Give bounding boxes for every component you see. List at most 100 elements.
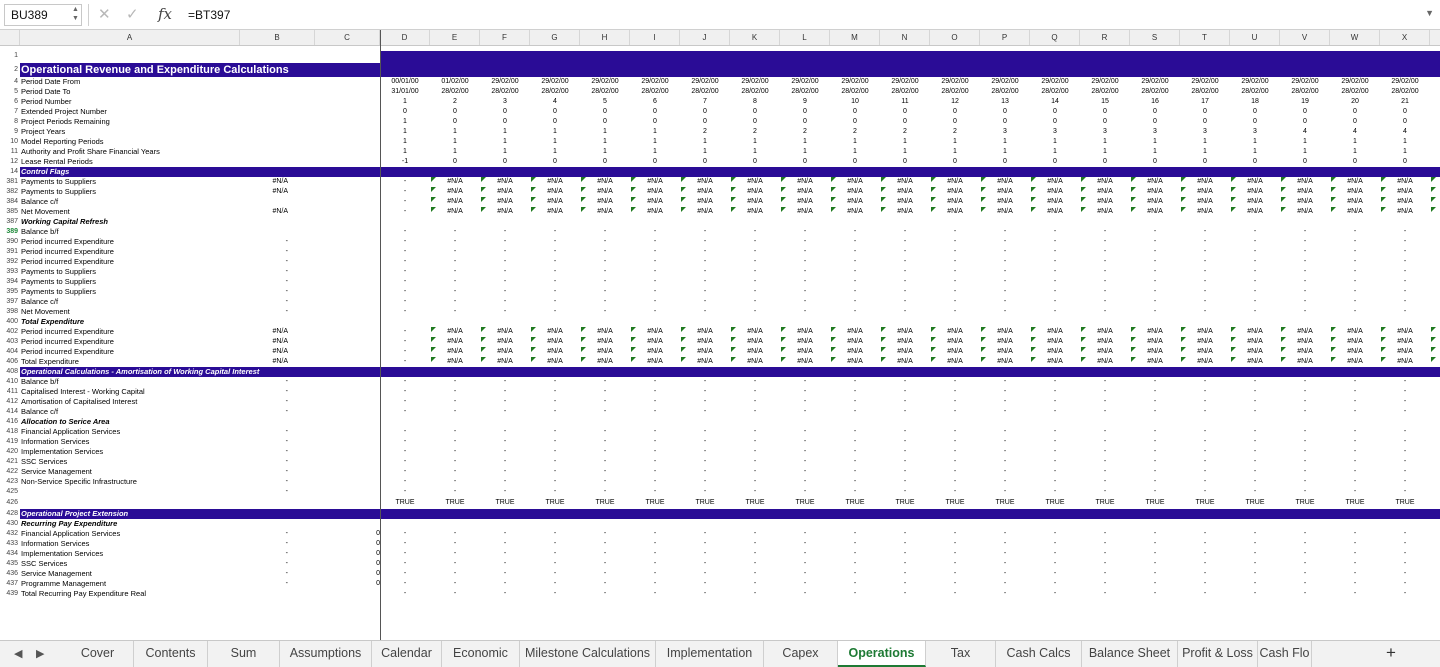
data-cell[interactable]: #N/A <box>885 327 925 337</box>
data-cell[interactable]: - <box>735 397 775 407</box>
data-cell[interactable]: - <box>1385 589 1425 599</box>
row-label[interactable]: Total Expenditure <box>21 357 79 367</box>
data-cell[interactable]: - <box>985 277 1025 287</box>
data-cell[interactable]: 0 <box>535 107 575 117</box>
data-cell[interactable]: #N/A <box>785 327 825 337</box>
data-cell[interactable]: - <box>1135 287 1175 297</box>
data-cell[interactable]: - <box>735 487 775 497</box>
data-cell[interactable]: #N/A <box>1385 357 1425 367</box>
data-cell[interactable]: #N/A <box>835 177 875 187</box>
row-number[interactable]: 439 <box>0 589 18 599</box>
data-cell[interactable]: #N/A <box>485 327 525 337</box>
data-cell[interactable]: - <box>1085 427 1125 437</box>
data-cell[interactable]: - <box>1085 589 1125 599</box>
data-cell[interactable]: - <box>385 247 425 257</box>
row-397[interactable]: 397 Balance c/f - - - - - - - - - - - - - - - - - - - - - - <box>0 297 1440 307</box>
data-cell[interactable]: 29/02/00 <box>1385 77 1425 87</box>
row-label[interactable]: Payments to Suppliers <box>21 267 96 277</box>
data-cell[interactable]: - <box>985 529 1025 539</box>
data-cell[interactable]: 28/02/00 <box>1285 87 1325 97</box>
data-cell[interactable]: - <box>1085 407 1125 417</box>
data-cell[interactable]: - <box>435 559 475 569</box>
data-cell[interactable]: 28/02/00 <box>435 87 475 97</box>
sheet-tab-capex[interactable]: Capex <box>764 641 838 667</box>
data-cell[interactable]: 28/02/00 <box>885 87 925 97</box>
data-cell[interactable]: 29/02/00 <box>635 77 675 87</box>
data-cell[interactable]: - <box>985 487 1025 497</box>
data-cell[interactable]: 1 <box>485 137 525 147</box>
row-394[interactable]: 394 Payments to Suppliers - - - - - - - - - - - - - - - -… <box>0 277 1440 287</box>
row-label[interactable]: Implementation Services <box>21 549 103 559</box>
data-cell[interactable]: 1 <box>635 137 675 147</box>
data-cell[interactable]: - <box>1085 297 1125 307</box>
row-398[interactable]: 398 Net Movement - - - - - - - - - - - - - - - - - - - - - - <box>0 307 1440 317</box>
data-cell[interactable]: - <box>435 307 475 317</box>
data-cell[interactable]: 29/02/00 <box>785 77 825 87</box>
data-cell[interactable]: - <box>385 467 425 477</box>
row-number[interactable]: 432 <box>0 529 18 539</box>
data-cell[interactable]: #N/A <box>835 207 875 217</box>
data-cell[interactable]: - <box>885 549 925 559</box>
data-cell[interactable]: - <box>735 297 775 307</box>
data-cell[interactable]: 0 <box>885 117 925 127</box>
data-cell[interactable]: - <box>385 327 425 337</box>
data-cell[interactable]: - <box>385 277 425 287</box>
data-cell[interactable]: - <box>585 307 625 317</box>
data-cell[interactable]: 0 <box>1385 107 1425 117</box>
cell-b[interactable]: - <box>248 437 288 447</box>
data-cell[interactable]: 0 <box>635 157 675 167</box>
data-cell[interactable]: #N/A <box>435 177 475 187</box>
data-cell[interactable]: - <box>485 549 525 559</box>
data-cell[interactable]: - <box>885 589 925 599</box>
insert-function-icon[interactable]: fx <box>158 3 172 25</box>
row-number[interactable]: 391 <box>0 247 18 257</box>
row-number[interactable]: 403 <box>0 337 18 347</box>
data-cell[interactable]: #N/A <box>1385 177 1425 187</box>
data-cell[interactable]: 0 <box>1285 117 1325 127</box>
data-cell[interactable]: - <box>385 347 425 357</box>
row-label[interactable]: Period incurred Expenditure <box>21 347 114 357</box>
row-7[interactable]: 7 Extended Project Number 0 0 0 0 0 0 0 0 0 0 0 0 0 0 0 0… <box>0 107 1440 117</box>
data-cell[interactable]: #N/A <box>635 177 675 187</box>
column-header-u[interactable]: U <box>1230 30 1280 45</box>
cell-b[interactable]: - <box>248 237 288 247</box>
data-cell[interactable]: #N/A <box>1235 327 1275 337</box>
column-header-k[interactable]: K <box>730 30 780 45</box>
data-cell[interactable]: - <box>435 457 475 467</box>
data-cell[interactable]: 0 <box>1085 107 1125 117</box>
data-cell[interactable]: - <box>485 437 525 447</box>
data-cell[interactable]: - <box>835 569 875 579</box>
data-cell[interactable]: #N/A <box>835 337 875 347</box>
data-cell[interactable]: - <box>1135 569 1175 579</box>
row-5[interactable]: 5 Period Date To 31/01/00 28/02/00 28/02/00 2… <box>0 87 1440 97</box>
row-label[interactable]: Service Management <box>21 569 92 579</box>
data-cell[interactable]: - <box>1335 257 1375 267</box>
data-cell[interactable]: 3 <box>985 127 1025 137</box>
data-cell[interactable]: - <box>1035 277 1075 287</box>
data-cell[interactable]: 0 <box>1285 107 1325 117</box>
data-cell[interactable]: 28/02/00 <box>535 87 575 97</box>
data-cell[interactable]: - <box>885 247 925 257</box>
data-cell[interactable]: - <box>385 589 425 599</box>
data-cell[interactable]: - <box>1385 267 1425 277</box>
data-cell[interactable]: - <box>635 307 675 317</box>
row-418[interactable]: 418 Financial Application Services - - - - - - -… <box>0 427 1440 437</box>
data-cell[interactable]: - <box>635 579 675 589</box>
cell-b[interactable]: #N/A <box>248 187 288 197</box>
cell-b[interactable]: - <box>248 247 288 257</box>
data-cell[interactable]: 1 <box>835 147 875 157</box>
data-cell[interactable]: #N/A <box>885 337 925 347</box>
data-cell[interactable]: - <box>735 277 775 287</box>
row-number[interactable]: 11 <box>0 147 18 157</box>
data-cell[interactable]: - <box>1235 539 1275 549</box>
data-cell[interactable]: - <box>635 487 675 497</box>
data-cell[interactable]: - <box>1335 377 1375 387</box>
data-cell[interactable]: - <box>485 257 525 267</box>
data-cell[interactable]: #N/A <box>1085 347 1125 357</box>
cell-b[interactable]: #N/A <box>248 337 288 347</box>
data-cell[interactable]: - <box>485 487 525 497</box>
cell-b[interactable]: - <box>248 257 288 267</box>
data-cell[interactable]: - <box>1135 397 1175 407</box>
row-label[interactable]: Control Flags <box>21 167 69 177</box>
next-sheet-icon[interactable]: ▶ <box>36 644 44 664</box>
